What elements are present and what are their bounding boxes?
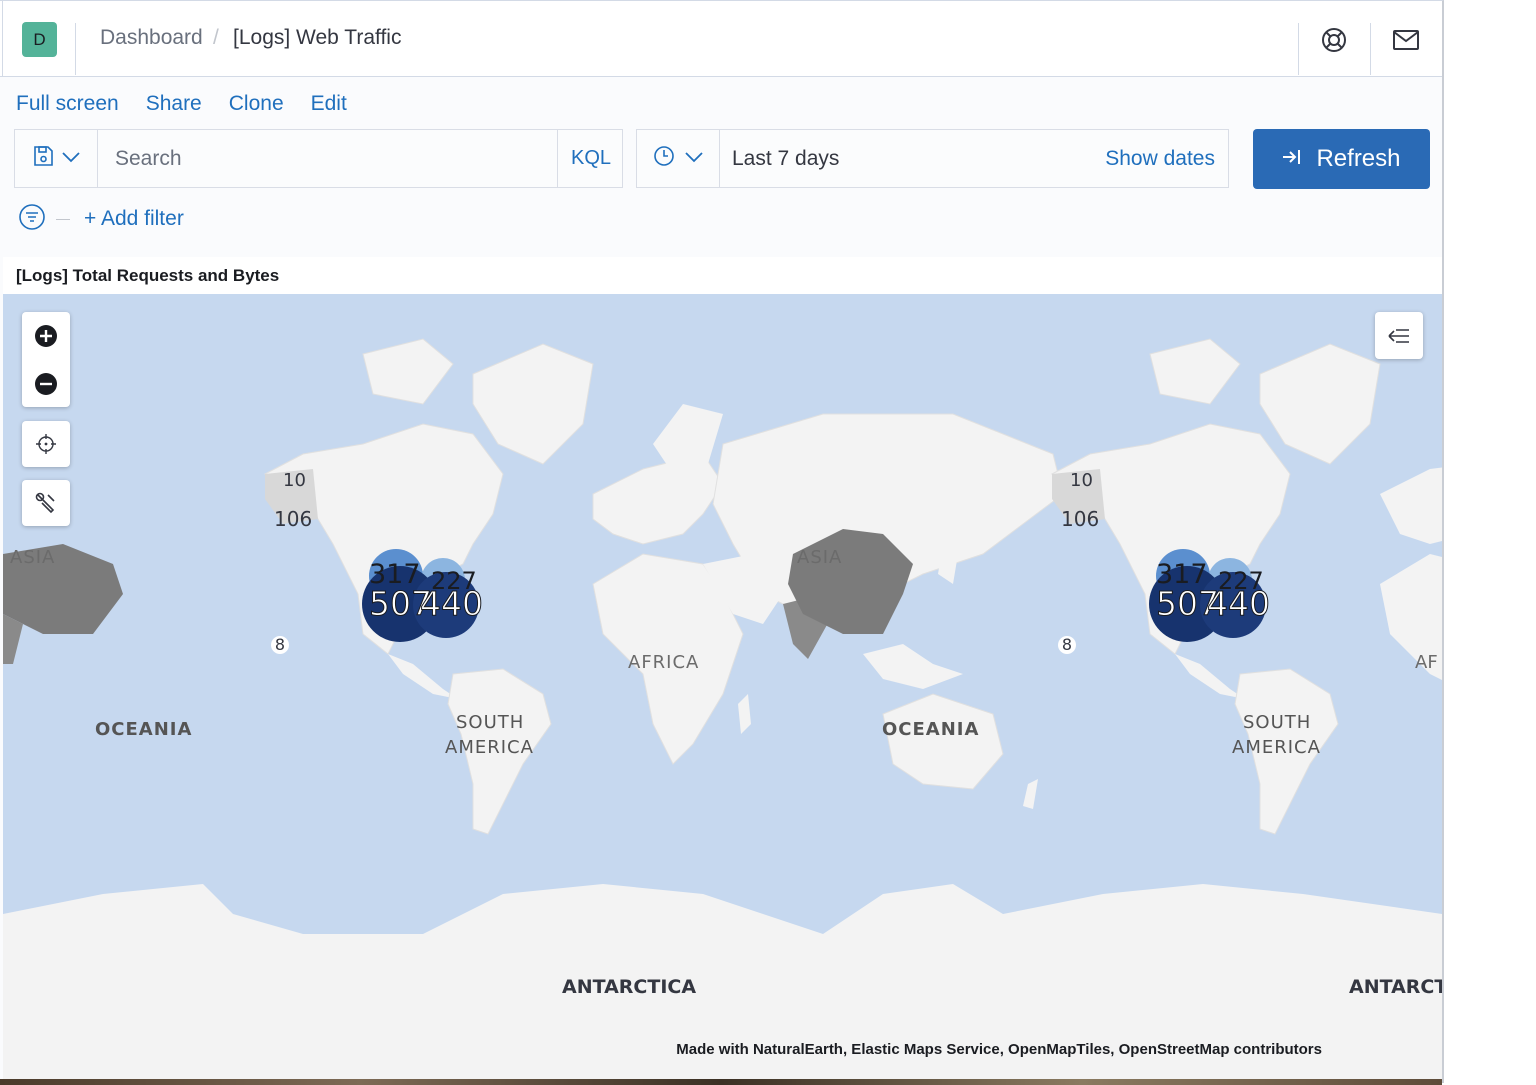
- cluster-label: 440: [1207, 584, 1271, 624]
- time-picker: Last 7 days Show dates: [636, 129, 1229, 188]
- continent-label: SOUTH: [1243, 712, 1312, 733]
- space-avatar[interactable]: D: [22, 22, 57, 57]
- map-attribution: Made with NaturalEarth, Elastic Maps Ser…: [676, 1041, 1322, 1058]
- crosshair-icon[interactable]: [22, 421, 70, 467]
- cluster-group[interactable]: 317 227 507 440: [1149, 546, 1271, 642]
- header-divider: [1298, 23, 1299, 75]
- refresh-arrow-icon: [1282, 145, 1302, 173]
- cluster-marker-small[interactable]: 10: [1070, 470, 1093, 491]
- map-labels: ASIA ASIA AFRICA OCEANIA OCEANIA SOUTH A…: [3, 294, 1442, 1083]
- window-bottom-edge: [0, 1079, 1442, 1085]
- continent-label: ANTARCTICA: [562, 976, 697, 998]
- edit-link[interactable]: Edit: [311, 92, 347, 116]
- minus-circle-icon[interactable]: [22, 360, 70, 407]
- full-screen-link[interactable]: Full screen: [16, 92, 119, 116]
- map-canvas[interactable]: ASIA ASIA AFRICA OCEANIA OCEANIA SOUTH A…: [3, 294, 1442, 1083]
- continent-label: AMERICA: [1232, 737, 1321, 758]
- continent-label: AMERICA: [445, 737, 534, 758]
- query-language-button[interactable]: KQL: [557, 130, 624, 187]
- show-dates-button[interactable]: Show dates: [1105, 147, 1215, 171]
- filter-bar: + Add filter: [18, 203, 184, 236]
- refresh-label: Refresh: [1316, 145, 1401, 172]
- cluster-marker-small[interactable]: 8: [271, 636, 289, 654]
- time-range-label[interactable]: Last 7 days: [732, 147, 839, 171]
- plus-circle-icon[interactable]: [22, 312, 70, 359]
- search-input[interactable]: [98, 130, 556, 187]
- clone-link[interactable]: Clone: [229, 92, 284, 116]
- continent-label: ASIA: [10, 547, 56, 568]
- continent-label: OCEANIA: [882, 719, 980, 740]
- panel-title: [Logs] Total Requests and Bytes: [16, 266, 280, 285]
- filter-divider: [56, 218, 70, 220]
- cluster-marker-small[interactable]: 10: [283, 470, 306, 491]
- share-link[interactable]: Share: [146, 92, 202, 116]
- header-divider: [75, 23, 76, 75]
- continent-label: AFRICA: [628, 652, 700, 673]
- continent-label: SOUTH: [456, 712, 525, 733]
- header-divider: [1370, 23, 1371, 75]
- continent-label: ANTARCT: [1349, 976, 1442, 998]
- collapse-left-icon[interactable]: [1375, 312, 1423, 359]
- zoom-controls: [22, 312, 70, 407]
- continent-label: OCEANIA: [95, 719, 193, 740]
- cluster-marker-small[interactable]: 106: [1061, 507, 1099, 531]
- kibana-app: D Dashboard / [Logs] Web Traffic Full sc…: [0, 0, 1444, 1083]
- breadcrumb-separator: /: [213, 26, 219, 49]
- saved-query-button[interactable]: [15, 130, 98, 187]
- query-bar: KQL: [14, 129, 623, 188]
- clock-icon: [653, 145, 675, 172]
- tools-icon[interactable]: [22, 480, 70, 526]
- header-bar: D Dashboard / [Logs] Web Traffic: [0, 1, 1442, 77]
- breadcrumb-current: [Logs] Web Traffic: [233, 26, 402, 49]
- filter-icon[interactable]: [18, 203, 46, 236]
- cluster-group[interactable]: 317 227 507 440: [362, 546, 484, 642]
- cluster-label: 440: [420, 584, 484, 624]
- mail-icon[interactable]: [1391, 25, 1421, 55]
- chevron-down-icon: [62, 150, 80, 168]
- header-left-border: [2, 1, 3, 76]
- chevron-down-icon: [685, 150, 703, 168]
- cluster-marker-small[interactable]: 8: [1058, 636, 1076, 654]
- continent-label: AF: [1415, 652, 1438, 673]
- refresh-button[interactable]: Refresh: [1253, 129, 1430, 189]
- help-ring-icon[interactable]: [1319, 25, 1349, 55]
- breadcrumb-dashboard[interactable]: Dashboard: [100, 26, 203, 50]
- add-filter-button[interactable]: + Add filter: [84, 207, 184, 231]
- quick-menu-button[interactable]: [637, 130, 720, 187]
- cluster-marker-small[interactable]: 106: [274, 507, 312, 531]
- dashboard-top-nav: Full screen Share Clone Edit: [16, 92, 347, 116]
- continent-label: ASIA: [797, 547, 843, 568]
- save-icon: [32, 145, 54, 172]
